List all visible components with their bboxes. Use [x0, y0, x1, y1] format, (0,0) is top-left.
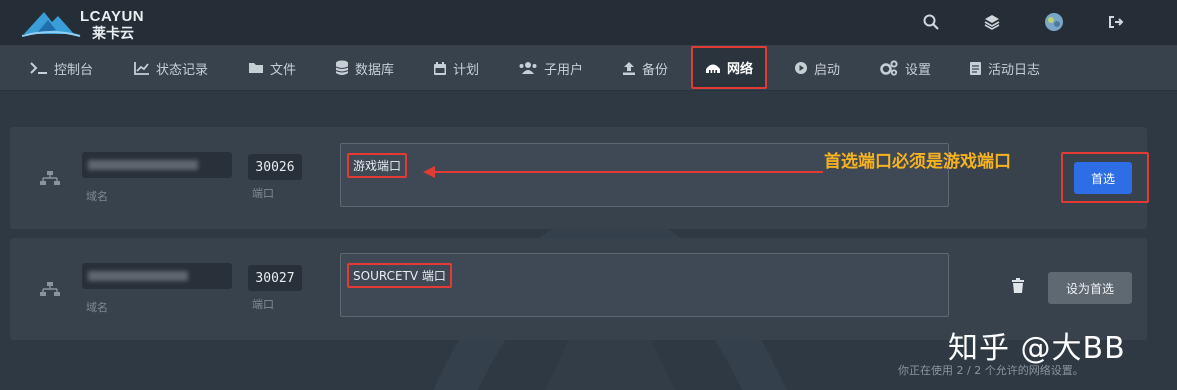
annotation-text: 首选端口必须是游戏端口: [824, 152, 1011, 172]
annotation-arrow: [423, 166, 823, 178]
chart-icon: [134, 62, 149, 75]
cogs-icon: [880, 60, 898, 76]
tab-activity-log[interactable]: 活动日志: [969, 45, 1040, 91]
watermark-text: 知乎 @大BB: [948, 331, 1126, 366]
tab-label: 备份: [642, 62, 669, 78]
notes-text: SOURCETV 端口: [347, 263, 452, 288]
tab-label: 文件: [270, 62, 297, 78]
tab-label: 状态记录: [156, 62, 209, 78]
primary-button[interactable]: 首选: [1074, 162, 1132, 194]
tab-label: 计划: [453, 62, 480, 78]
tab-label: 子用户: [544, 62, 584, 78]
log-icon: [970, 61, 981, 75]
brand-subtitle: 莱卡云: [92, 25, 134, 41]
network-icon: [706, 64, 720, 73]
folder-icon: [249, 63, 263, 73]
tab-network[interactable]: 网络: [691, 46, 768, 89]
tab-database[interactable]: 数据库: [335, 45, 394, 91]
port-value: 30026: [248, 154, 302, 180]
sitemap-icon: [40, 171, 60, 185]
logout-icon[interactable]: [1104, 10, 1128, 34]
domain-label: 域名: [86, 190, 108, 203]
port-label: 端口: [252, 298, 274, 311]
redacted-domain: [88, 271, 188, 281]
database-icon: [335, 60, 349, 75]
brand-logo[interactable]: LCAYUN 莱卡云: [21, 6, 152, 41]
set-primary-button[interactable]: 设为首选: [1048, 272, 1132, 304]
port-label: 端口: [252, 187, 274, 200]
tab-label: 控制台: [54, 62, 94, 78]
port-value: 30027: [248, 265, 302, 291]
tab-label: 设置: [905, 62, 932, 78]
play-icon: [795, 62, 807, 74]
tab-files[interactable]: 文件: [248, 45, 296, 91]
tab-settings[interactable]: 设置: [879, 45, 931, 91]
tab-label: 启动: [814, 62, 841, 78]
users-icon: [519, 62, 537, 74]
domain-label: 域名: [86, 301, 108, 314]
tab-label: 数据库: [355, 62, 395, 78]
allocation-row: 域名 30026 端口 游戏端口 首选: [10, 127, 1149, 229]
calendar-icon: [434, 61, 446, 75]
domain-field: [82, 263, 232, 289]
network-content: 域名 30026 端口 游戏端口 首选 首选端口必须是游戏端口 域名 30027…: [0, 91, 1177, 390]
search-icon[interactable]: [919, 10, 943, 34]
tab-status-log[interactable]: 状态记录: [134, 45, 208, 91]
avatar[interactable]: [1042, 10, 1066, 34]
sitemap-icon: [40, 282, 60, 296]
mountain-logo-icon: [21, 12, 81, 37]
tab-subusers[interactable]: 子用户: [518, 45, 583, 91]
tab-label: 活动日志: [988, 62, 1041, 78]
tab-console[interactable]: 控制台: [30, 45, 93, 91]
notes-input[interactable]: SOURCETV 端口: [340, 253, 949, 317]
allocation-count-text: 你正在使用 2 / 2 个允许的网络设置。: [898, 364, 1084, 377]
notes-text: 游戏端口: [347, 153, 408, 178]
redacted-domain: [88, 160, 198, 170]
trash-icon[interactable]: [1011, 278, 1025, 294]
domain-field: [82, 152, 232, 178]
main-navigation: 控制台 状态记录 文件 数据库 计划 子用户 备份 网络 启动 设置 活动日志: [0, 45, 1177, 91]
top-bar: LCAYUN 莱卡云: [0, 0, 1177, 45]
layers-icon[interactable]: [980, 10, 1004, 34]
upload-icon: [623, 61, 635, 75]
tab-backup[interactable]: 备份: [622, 45, 668, 91]
tab-schedule[interactable]: 计划: [433, 45, 479, 91]
terminal-icon: [30, 62, 47, 74]
tab-label: 网络: [727, 62, 754, 77]
tab-startup[interactable]: 启动: [794, 45, 840, 91]
